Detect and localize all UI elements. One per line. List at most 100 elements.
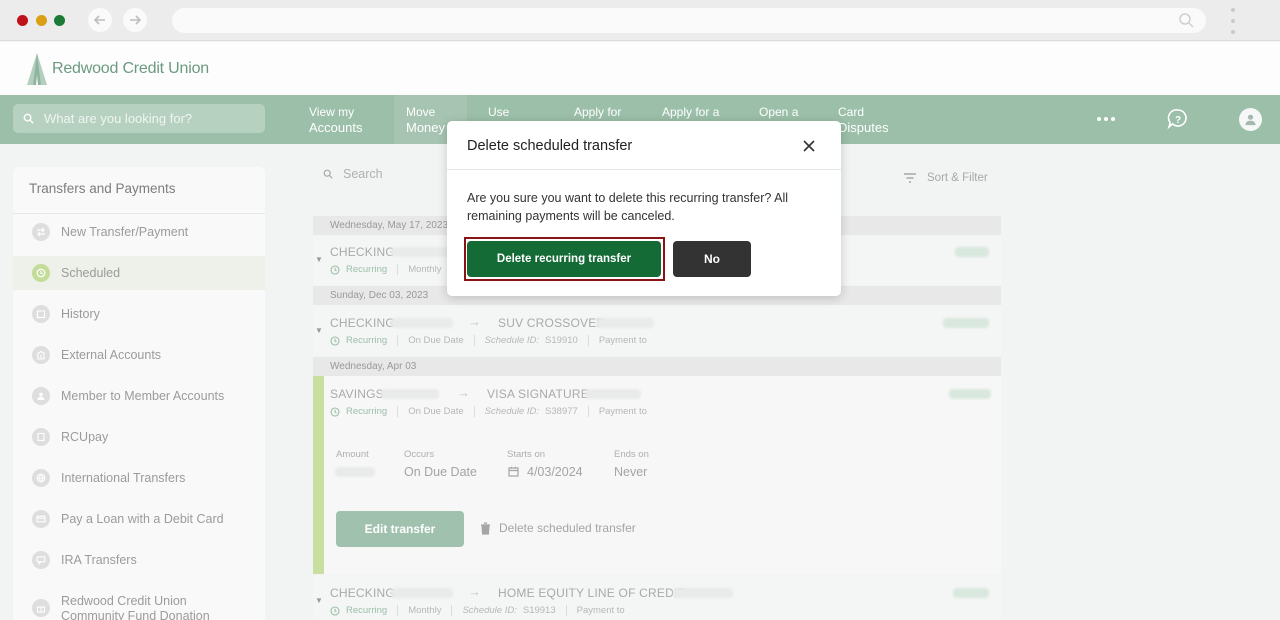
dialog-title: Delete scheduled transfer xyxy=(467,138,633,154)
to-account: SUV CROSSOVER xyxy=(498,316,606,330)
nav-card-disputes[interactable]: Card Disputes xyxy=(838,95,889,144)
masked-account-number xyxy=(596,318,654,328)
from-account: CHECKING xyxy=(330,586,395,600)
delete-recurring-transfer-button[interactable]: Delete recurring transfer xyxy=(467,241,661,277)
masked-amount xyxy=(949,389,991,399)
transfer-meta: Recurring Monthly Schedule ID: S19913 Pa… xyxy=(330,605,625,616)
globe-icon xyxy=(32,469,50,487)
tree-logo-icon xyxy=(27,53,47,85)
table-row[interactable]: ▼ CHECKING → HOME EQUITY LINE OF CREDIT … xyxy=(313,575,1001,620)
nav-view-accounts[interactable]: View my Accounts xyxy=(309,95,362,144)
sidebar: Transfers and Payments New Transfer/Paym… xyxy=(13,167,265,620)
selected-indicator xyxy=(313,376,324,574)
occurs-value: On Due Date xyxy=(404,465,477,479)
avatar[interactable] xyxy=(1239,108,1262,131)
logo-text: Redwood Credit Union xyxy=(52,60,209,77)
dialog-message: Are you sure you want to delete this rec… xyxy=(467,191,788,223)
sidebar-item-ira-transfers[interactable]: IRA Transfers xyxy=(13,543,265,577)
transfer-icon xyxy=(32,223,50,241)
search-icon xyxy=(1179,13,1194,28)
sidebar-item-new-transfer[interactable]: New Transfer/Payment xyxy=(13,215,265,249)
site-search-input[interactable] xyxy=(44,111,244,126)
gift-icon xyxy=(32,599,50,617)
chevron-down-icon: ▼ xyxy=(315,255,323,264)
sidebar-item-member-to-member[interactable]: Member to Member Accounts xyxy=(13,379,265,413)
clock-icon xyxy=(330,335,340,346)
table-row[interactable]: ▼ CHECKING → SUV CROSSOVER Recurring On … xyxy=(313,305,1001,356)
from-account: CHECKING xyxy=(330,316,395,330)
search-icon xyxy=(23,113,34,124)
to-account: VISA SIGNATURE xyxy=(487,387,589,401)
sidebar-item-history[interactable]: History xyxy=(13,297,265,331)
calendar-icon xyxy=(32,305,50,323)
clock-icon xyxy=(330,264,340,275)
delete-scheduled-transfer-link[interactable]: Delete scheduled transfer xyxy=(480,521,636,535)
sidebar-item-scheduled[interactable]: Scheduled xyxy=(13,256,265,290)
chat-icon xyxy=(32,551,50,569)
transfer-search-placeholder: Search xyxy=(343,167,383,181)
document-icon xyxy=(32,428,50,446)
sidebar-title: Transfers and Payments xyxy=(29,181,176,196)
people-icon xyxy=(32,387,50,405)
sidebar-item-international[interactable]: International Transfers xyxy=(13,461,265,495)
address-bar[interactable] xyxy=(172,8,1206,33)
ends-value: Never xyxy=(614,465,648,479)
close-icon[interactable] xyxy=(801,138,817,154)
browser-forward-button[interactable] xyxy=(123,8,147,32)
sort-filter-button[interactable]: Sort & Filter xyxy=(903,172,988,184)
clock-icon xyxy=(32,264,50,282)
masked-amount xyxy=(943,318,989,328)
minimize-window-dot[interactable] xyxy=(36,15,47,26)
browser-back-button[interactable] xyxy=(88,8,112,32)
transfer-search[interactable]: Search xyxy=(323,167,383,181)
calendar-icon xyxy=(508,466,519,477)
arrow-right-icon: → xyxy=(468,314,481,329)
sidebar-item-pay-loan-debit[interactable]: Pay a Loan with a Debit Card xyxy=(13,502,265,536)
masked-account-number xyxy=(391,588,453,598)
more-icon[interactable] xyxy=(1097,117,1115,121)
dialog-divider xyxy=(447,169,841,170)
starts-label: Starts on xyxy=(507,449,546,460)
svg-text:?: ? xyxy=(1175,115,1181,126)
transfer-meta: Recurring On Due Date Schedule ID: S1991… xyxy=(330,335,647,346)
maximize-window-dot[interactable] xyxy=(54,15,65,26)
site-search[interactable] xyxy=(13,104,265,133)
masked-amount xyxy=(335,467,375,477)
bank-icon xyxy=(32,346,50,364)
masked-account-number xyxy=(391,318,453,328)
sidebar-divider xyxy=(13,213,265,214)
masked-amount xyxy=(953,588,989,598)
masked-account-number xyxy=(585,389,641,399)
help-chat-icon[interactable]: ? xyxy=(1167,108,1189,130)
trash-icon xyxy=(481,522,490,535)
sidebar-item-rcupay[interactable]: RCUpay xyxy=(13,420,265,454)
credit-card-icon xyxy=(32,510,50,528)
chevron-down-icon: ▼ xyxy=(315,596,323,605)
arrow-left-icon xyxy=(93,15,105,25)
search-icon xyxy=(323,169,333,179)
amount-label: Amount xyxy=(336,449,369,460)
to-account: HOME EQUITY LINE OF CREDIT xyxy=(498,586,685,600)
close-window-dot[interactable] xyxy=(17,15,28,26)
masked-account-number xyxy=(673,588,733,598)
date-header: Wednesday, Apr 03 xyxy=(313,357,1001,376)
occurs-label: Occurs xyxy=(404,449,435,460)
site-header: Redwood Credit Union xyxy=(0,42,1280,95)
arrow-right-icon: → xyxy=(468,584,481,599)
sidebar-item-community-fund[interactable]: Redwood Credit Union Community Fund Dona… xyxy=(13,589,265,620)
clock-icon xyxy=(330,605,340,616)
user-icon xyxy=(1245,114,1256,126)
from-account: SAVINGS xyxy=(330,387,384,401)
starts-value: 4/03/2024 xyxy=(527,465,583,479)
no-button[interactable]: No xyxy=(673,241,751,277)
chevron-down-icon: ▼ xyxy=(315,326,323,335)
ends-label: Ends on xyxy=(614,449,649,460)
masked-amount xyxy=(955,247,989,257)
logo[interactable]: Redwood Credit Union xyxy=(26,52,209,86)
sidebar-item-external-accounts[interactable]: External Accounts xyxy=(13,338,265,372)
browser-toolbar xyxy=(0,0,1280,41)
masked-account-number xyxy=(391,247,451,257)
edit-transfer-button[interactable]: Edit transfer xyxy=(336,511,464,547)
browser-menu-button[interactable] xyxy=(1230,8,1236,34)
transfer-meta: Recurring On Due Date Schedule ID: S3897… xyxy=(330,406,647,417)
